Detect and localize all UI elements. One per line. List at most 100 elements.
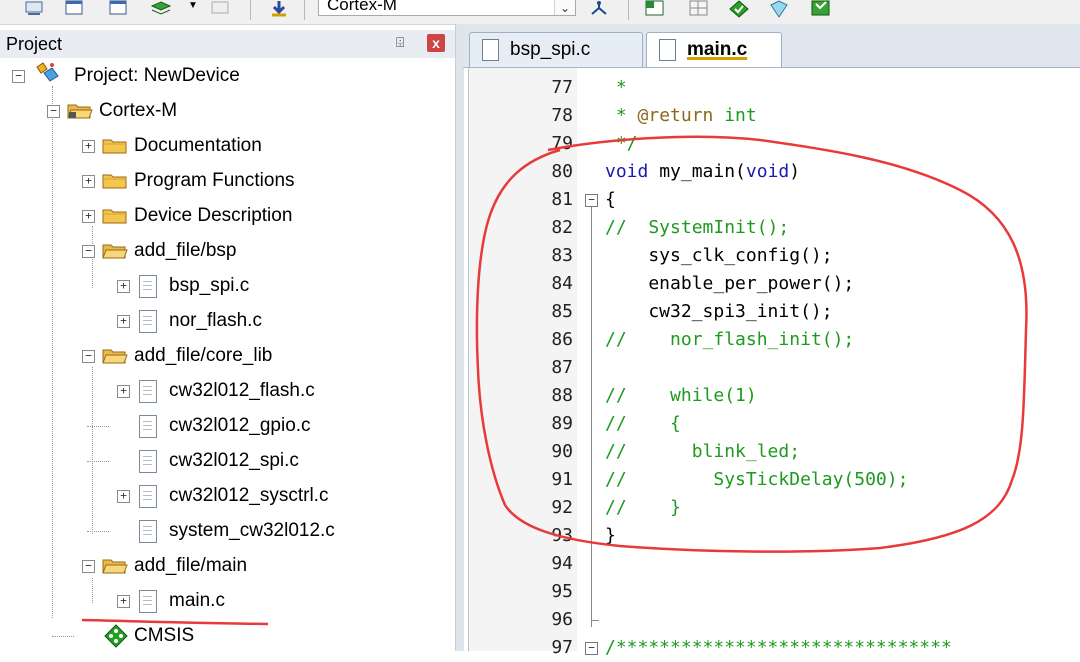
panel-splitter[interactable] <box>455 24 464 651</box>
tab-bsp-spi[interactable]: bsp_spi.c <box>469 32 643 67</box>
code-token: cw32_spi3_init(); <box>605 301 833 322</box>
tree-node-label[interactable]: cw32l012_spi.c <box>169 448 299 474</box>
code-token: // { <box>605 413 681 434</box>
pin-icon[interactable]: ⌹ <box>396 34 404 51</box>
code-line[interactable]: // SysTickDelay(500); <box>605 466 908 494</box>
tree-node-label[interactable]: Cortex-M <box>99 98 177 124</box>
code-line[interactable]: { <box>605 186 616 214</box>
dropdown-arrow-icon[interactable]: ▼ <box>188 0 210 18</box>
tree-guide-line <box>87 461 109 462</box>
line-number: 90 <box>551 441 573 462</box>
manage-components-icon[interactable] <box>644 0 666 18</box>
line-number: 85 <box>551 301 573 322</box>
target-select-value: Cortex-M <box>327 0 397 14</box>
code-line[interactable]: /******************************* <box>605 634 952 662</box>
code-token: { <box>605 189 616 210</box>
tree-node-label[interactable]: Documentation <box>134 133 262 159</box>
code-token: void <box>605 161 649 182</box>
file-icon <box>139 415 157 438</box>
target-folder-icon <box>67 104 93 119</box>
main-toolbar: ▼ Cortex-M ⌄ <box>0 0 1080 25</box>
tree-node-label[interactable]: add_file/main <box>134 553 247 579</box>
file-icon <box>139 275 157 298</box>
tree-node-label[interactable]: system_cw32l012.c <box>169 518 335 544</box>
tree-node-label[interactable]: Device Description <box>134 203 292 229</box>
expand-icon[interactable]: + <box>117 280 130 293</box>
file-icon <box>139 380 157 403</box>
toolbar-separator <box>250 0 251 20</box>
grid-icon[interactable] <box>688 0 710 18</box>
expand-icon[interactable]: + <box>117 595 130 608</box>
expand-icon[interactable]: + <box>82 140 95 153</box>
folder-icon <box>102 174 127 189</box>
window-alt-icon[interactable] <box>108 0 130 18</box>
tree-node-label[interactable]: CMSIS <box>134 623 194 649</box>
code-line[interactable]: cw32_spi3_init(); <box>605 298 833 326</box>
tree-node-label[interactable]: cw32l012_gpio.c <box>169 413 311 439</box>
folder-icon <box>102 139 127 154</box>
code-line[interactable]: * <box>605 74 627 102</box>
toolbar-separator <box>628 0 629 20</box>
expand-icon[interactable]: + <box>117 385 130 398</box>
green-gem-icon[interactable] <box>728 0 750 18</box>
tree-node-label[interactable]: Project: NewDevice <box>74 63 240 89</box>
code-line[interactable]: */ <box>605 130 638 158</box>
tree-guide-line <box>52 636 74 637</box>
collapse-icon[interactable]: − <box>82 560 95 573</box>
tab-main[interactable]: main.c <box>646 32 782 67</box>
open-folder-icon <box>102 559 128 574</box>
code-token: my_main( <box>648 161 746 182</box>
collapse-icon[interactable]: − <box>12 70 25 83</box>
tree-node-label[interactable]: nor_flash.c <box>169 308 262 334</box>
layers-icon[interactable] <box>150 0 172 18</box>
code-token: sys_clk_config(); <box>605 245 833 266</box>
line-number: 88 <box>551 385 573 406</box>
tree-node-label[interactable]: cw32l012_sysctrl.c <box>169 483 328 509</box>
tree-node-label[interactable]: cw32l012_flash.c <box>169 378 315 404</box>
pack-installer-icon[interactable] <box>810 0 832 18</box>
expand-icon[interactable]: + <box>117 490 130 503</box>
expand-icon[interactable]: + <box>117 315 130 328</box>
code-line[interactable]: // } <box>605 494 681 522</box>
tree-node-label[interactable]: add_file/bsp <box>134 238 236 264</box>
code-line[interactable]: } <box>605 522 616 550</box>
code-line[interactable]: // nor_flash_init(); <box>605 326 854 354</box>
code-line[interactable]: // blink_led; <box>605 438 800 466</box>
tab-label: main.c <box>687 39 748 60</box>
code-line[interactable]: // { <box>605 410 681 438</box>
fold-toggle-icon[interactable]: − <box>585 194 598 207</box>
tree-node-label[interactable]: add_file/core_lib <box>134 343 272 369</box>
code-line[interactable]: void my_main(void) <box>605 158 800 186</box>
diamond-icon[interactable] <box>768 0 790 18</box>
code-line[interactable]: // SystemInit(); <box>605 214 789 242</box>
collapse-icon[interactable]: − <box>47 105 60 118</box>
tree-node-label[interactable]: Program Functions <box>134 168 295 194</box>
collapse-icon[interactable]: − <box>82 245 95 258</box>
expand-icon[interactable]: + <box>82 175 95 188</box>
line-number: 77 <box>551 77 573 98</box>
window-icon[interactable] <box>64 0 86 18</box>
batch-build-icon[interactable] <box>24 0 46 18</box>
code-editor[interactable]: 77 78 79 80 81 82 83 84 85 86 87 88 89 90 91 92 93 94 95 96… <box>468 68 1080 658</box>
code-line[interactable]: // while(1) <box>605 382 757 410</box>
close-icon[interactable]: x <box>427 34 445 52</box>
download-icon[interactable] <box>268 0 290 18</box>
collapse-icon[interactable]: − <box>82 350 95 363</box>
line-number: 78 <box>551 105 573 126</box>
code-line[interactable]: * @return int <box>605 102 757 130</box>
tree-guide-line <box>87 531 109 532</box>
expand-icon[interactable]: + <box>82 210 95 223</box>
tree-node-label[interactable]: bsp_spi.c <box>169 273 249 299</box>
target-options-icon[interactable] <box>588 0 610 18</box>
line-number: 84 <box>551 273 573 294</box>
file-icon <box>139 590 157 613</box>
fold-toggle-icon[interactable]: − <box>585 642 598 655</box>
code-line[interactable]: sys_clk_config(); <box>605 242 833 270</box>
chevron-down-icon[interactable]: ⌄ <box>554 0 575 15</box>
line-number: 79 <box>551 133 573 154</box>
target-select[interactable]: Cortex-M ⌄ <box>318 0 576 16</box>
code-line[interactable]: enable_per_power(); <box>605 270 854 298</box>
code-token: int <box>713 105 757 126</box>
code-token: */ <box>605 133 638 154</box>
tree-node-label[interactable]: main.c <box>169 588 225 614</box>
